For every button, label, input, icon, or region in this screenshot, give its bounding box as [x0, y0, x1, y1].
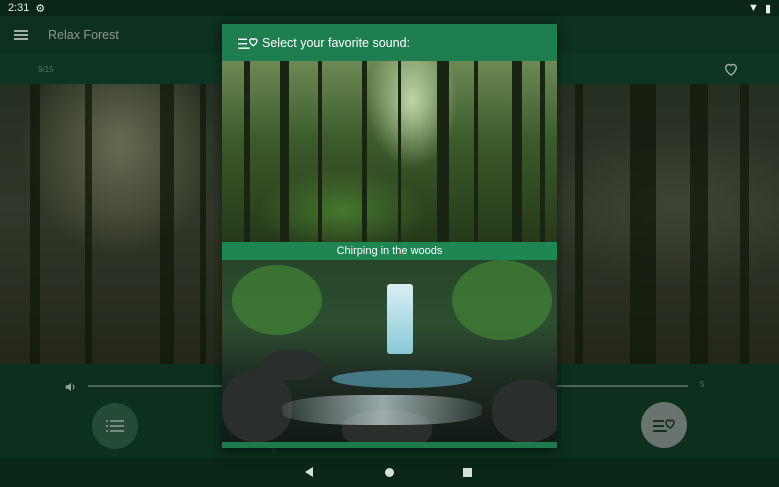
back-icon[interactable]	[305, 467, 313, 477]
settings-gear-icon: ⚙	[35, 2, 46, 15]
sound-option-chirping[interactable]: Chirping in the woods	[222, 61, 557, 260]
recent-apps-icon[interactable]	[463, 468, 472, 477]
sound-label: Chirping in the woods	[222, 242, 557, 260]
status-time: 2:31	[8, 2, 30, 14]
forest-thumbnail[interactable]	[222, 61, 557, 242]
sound-selection-dialog: Select your favorite sound: Chirping in …	[222, 24, 557, 448]
sound-option-waterfall[interactable]	[222, 260, 557, 442]
volume-icon	[65, 382, 75, 392]
hamburger-menu-icon[interactable]	[14, 30, 28, 40]
sound-list-button[interactable]	[92, 403, 138, 449]
wifi-icon: ▼	[748, 2, 759, 14]
favorite-sounds-button[interactable]	[641, 402, 687, 448]
heart-outline-icon[interactable]	[722, 60, 740, 78]
playlist-heart-icon	[653, 419, 675, 432]
app-title: Relax Forest	[48, 28, 119, 42]
list-icon	[106, 420, 124, 432]
battery-icon: ▮	[764, 2, 771, 15]
system-navigation-bar	[0, 458, 779, 487]
home-icon[interactable]	[385, 468, 394, 477]
waterfall-thumbnail[interactable]	[222, 260, 557, 442]
playlist-heart-icon	[238, 37, 258, 49]
dialog-header: Select your favorite sound:	[222, 24, 557, 61]
sound-list[interactable]: Chirping in the woods	[222, 61, 557, 448]
dialog-title: Select your favorite sound:	[262, 35, 410, 50]
status-bar: 2:31 ⚙ ▼ ▮	[0, 0, 779, 16]
volume-value: 5	[700, 380, 705, 389]
track-counter: 9/15	[38, 65, 54, 74]
status-icons: ▼ ▮	[748, 2, 771, 15]
